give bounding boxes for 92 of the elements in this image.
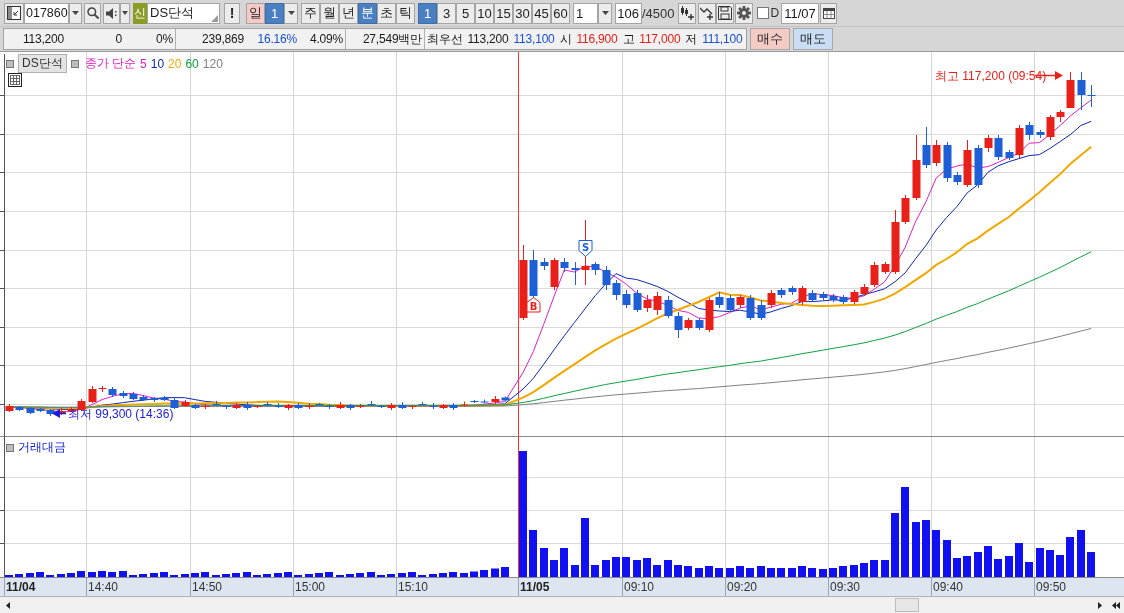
quote-value: 113,100 (513, 32, 555, 46)
quote-value: 116,900 (576, 32, 618, 46)
interval-tab[interactable]: 60 (551, 2, 570, 24)
settings-button[interactable] (734, 2, 753, 24)
time-axis-label: 15:10 (398, 580, 429, 594)
period-tab[interactable]: 틱 (396, 2, 415, 24)
interval-field[interactable]: 1 (573, 2, 598, 24)
quote-value: 시 (559, 30, 572, 48)
time-axis-label: 09:40 (933, 580, 964, 594)
quote-value: 111,100 (702, 32, 743, 46)
quote-value: 고 (622, 30, 635, 48)
interval-tab[interactable]: 1 (418, 2, 437, 24)
count-total-label: /4500 (642, 5, 675, 21)
checkbox-label: D (770, 6, 780, 20)
dropdown-button[interactable] (284, 2, 298, 24)
quote-value: 0 (114, 32, 122, 46)
indicator-label: 종가 단순 (84, 55, 136, 72)
resize-grip-icon (211, 14, 218, 22)
search-icon (86, 7, 99, 19)
checkbox[interactable] (756, 7, 769, 19)
window-icon (7, 6, 21, 20)
stock-name-field[interactable]: DS단석 (147, 2, 220, 24)
dropdown-button[interactable] (69, 2, 82, 24)
period-tab[interactable]: 주 (301, 2, 320, 24)
legend-series-label: 10 (150, 56, 165, 71)
time-axis-label: 14:50 (192, 580, 223, 594)
time-axis-label: 09:30 (830, 580, 861, 594)
interval-tab[interactable]: 30 (513, 2, 532, 24)
settings-icon (736, 6, 751, 20)
speaker-button[interactable] (103, 2, 120, 24)
time-axis-label: 09:10 (624, 580, 655, 594)
quote-value: 27,549백만 (361, 30, 422, 48)
time-axis-label: 09:50 (1036, 580, 1067, 594)
quote-value: 16.16% (256, 32, 297, 46)
add-line-button[interactable] (697, 2, 716, 24)
caret-icon (122, 11, 128, 15)
save-icon (717, 6, 732, 20)
quote-value: 113,200 (467, 32, 509, 46)
date-axis-label: 11/05 (520, 580, 550, 594)
left-triangle-icon (6, 601, 10, 609)
high-price-label: 최고 117,200 (09:54) (935, 69, 1047, 83)
speaker-icon (105, 7, 118, 19)
market-badge: 신 (133, 2, 147, 24)
scrollbar-thumb[interactable] (895, 598, 919, 612)
candlestick-plus-icon (679, 6, 694, 20)
quote-value: 4.09% (308, 32, 343, 46)
quote-value: 최우선 (427, 30, 463, 48)
add-candle-button[interactable] (677, 2, 696, 24)
low-price-label: 최저 99,300 (14:36) (68, 407, 174, 421)
volume-panel-title: 거래대금 (18, 439, 66, 456)
day-count-field[interactable]: 1 (265, 2, 284, 24)
period-tab[interactable]: 월 (320, 2, 339, 24)
period-tab[interactable]: 년 (339, 2, 358, 24)
quote-value: 0% (155, 32, 173, 46)
search-button[interactable] (84, 2, 101, 24)
day-button[interactable]: 일 (246, 2, 265, 24)
count-field[interactable]: 106 (615, 2, 642, 24)
interval-tab[interactable]: 5 (456, 2, 475, 24)
date-field[interactable]: 11/07 (781, 2, 820, 24)
interval-tab[interactable]: 15 (494, 2, 513, 24)
date-axis-label: 11/04 (6, 580, 36, 594)
calendar-button[interactable] (820, 2, 838, 24)
period-tab[interactable]: 분 (358, 2, 377, 24)
dropdown-button[interactable] (120, 2, 130, 24)
time-axis-label: 15:00 (295, 580, 326, 594)
alert-button[interactable]: ! (224, 2, 240, 24)
layout-button[interactable] (4, 2, 24, 24)
stock-code-field[interactable]: 017860 (24, 2, 69, 24)
line-plus-icon (699, 6, 714, 20)
buy-button[interactable]: 매수 (750, 28, 791, 50)
interval-tab[interactable]: 3 (437, 2, 456, 24)
double-left-arrow-icon (1112, 601, 1120, 609)
legend-series-label: 120 (202, 56, 223, 71)
legend-series-label: 5 (140, 56, 147, 71)
time-axis-label: 14:40 (88, 580, 119, 594)
legend-series-label: 20 (168, 56, 182, 71)
legend-series-label: 60 (185, 56, 199, 71)
sell-button[interactable]: 매도 (793, 28, 834, 50)
period-tab[interactable]: 초 (377, 2, 396, 24)
interval-tab[interactable]: 45 (532, 2, 551, 24)
time-axis-label: 09:20 (727, 580, 758, 594)
caret-icon (601, 11, 609, 15)
dropdown-button[interactable] (598, 2, 612, 24)
caret-icon (72, 11, 79, 15)
quote-value: 117,000 (639, 32, 681, 46)
quote-value: 239,869 (201, 32, 244, 46)
quote-value: 113,200 (21, 32, 64, 46)
interval-tab[interactable]: 10 (475, 2, 494, 24)
quote-value: 저 (685, 30, 698, 48)
calendar-icon (822, 7, 835, 19)
caret-icon (287, 11, 295, 15)
right-triangle-icon (1098, 601, 1102, 609)
